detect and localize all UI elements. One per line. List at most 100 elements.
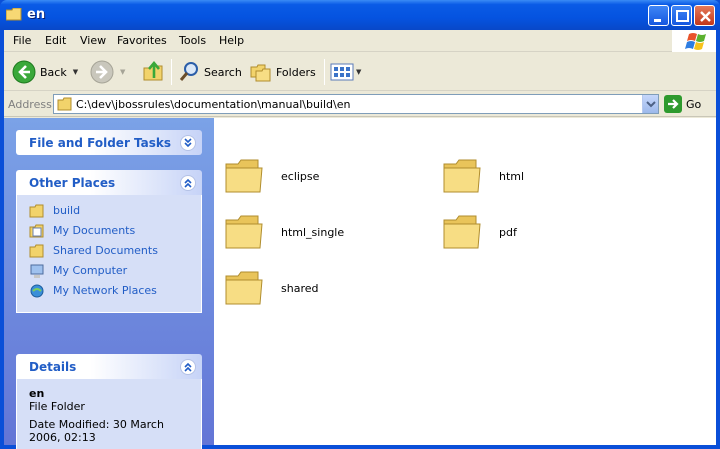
place-build[interactable]: build bbox=[17, 201, 201, 221]
folder-icon bbox=[6, 8, 22, 21]
panel-title: Details bbox=[29, 360, 77, 374]
minimize-button[interactable] bbox=[648, 5, 669, 26]
place-my-network-places[interactable]: My Network Places bbox=[17, 281, 201, 301]
close-button[interactable] bbox=[694, 5, 715, 26]
my-computer-icon bbox=[30, 264, 44, 278]
folder-label: html bbox=[499, 170, 525, 183]
folder-label: pdf bbox=[499, 226, 517, 239]
details-modified: Date Modified: 30 March 2006, 02:13 bbox=[29, 418, 164, 444]
forward-button[interactable]: ▼ bbox=[90, 57, 125, 87]
place-shared-documents[interactable]: Shared Documents bbox=[17, 241, 201, 261]
folder-icon bbox=[29, 204, 44, 218]
details-panel: Details en File Folder Date Modified: 30… bbox=[16, 354, 202, 449]
other-places-header[interactable]: Other Places bbox=[16, 170, 202, 195]
address-path: C:\dev\jbossrules\documentation\manual\b… bbox=[76, 98, 351, 111]
folder-icon bbox=[225, 215, 263, 249]
address-field[interactable]: C:\dev\jbossrules\documentation\manual\b… bbox=[53, 94, 659, 114]
close-icon bbox=[700, 11, 711, 22]
place-my-documents[interactable]: My Documents bbox=[17, 221, 201, 241]
folder-item-html-single[interactable]: html_single bbox=[224, 212, 424, 256]
folder-label: shared bbox=[281, 282, 319, 295]
collapse-chevron-icon[interactable] bbox=[180, 359, 196, 375]
up-button[interactable] bbox=[142, 57, 166, 87]
folder-item-shared[interactable]: shared bbox=[224, 268, 424, 312]
maximize-button[interactable] bbox=[671, 5, 692, 26]
folder-label: eclipse bbox=[281, 170, 320, 183]
place-label: My Network Places bbox=[53, 284, 157, 297]
menu-bar: File Edit View Favorites Tools Help bbox=[4, 30, 716, 52]
window-title: en bbox=[27, 7, 46, 22]
folders-button[interactable]: Folders bbox=[250, 57, 316, 87]
panel-title: File and Folder Tasks bbox=[29, 136, 172, 150]
details-name: en bbox=[29, 387, 45, 400]
search-label: Search bbox=[204, 65, 242, 79]
details-type: File Folder bbox=[29, 400, 85, 413]
menu-tools[interactable]: Tools bbox=[179, 34, 206, 47]
file-folder-tasks-panel: File and Folder Tasks bbox=[16, 130, 202, 155]
forward-arrow-icon bbox=[90, 60, 114, 84]
standard-toolbar: Back ▼ ▼ Search Folders ▼ bbox=[4, 53, 716, 91]
address-label: Address bbox=[8, 98, 52, 111]
folders-label: Folders bbox=[276, 65, 316, 79]
views-button[interactable]: ▼ bbox=[330, 57, 361, 87]
menu-favorites[interactable]: Favorites bbox=[117, 34, 167, 47]
search-icon bbox=[179, 62, 198, 81]
windows-logo bbox=[672, 30, 716, 52]
folder-label: html_single bbox=[281, 226, 345, 239]
my-documents-icon bbox=[29, 224, 44, 238]
toolbar-separator bbox=[171, 59, 172, 85]
chevron-down-icon bbox=[646, 101, 656, 108]
panel-title: Other Places bbox=[29, 176, 116, 190]
views-icon bbox=[330, 63, 354, 81]
collapse-chevron-icon[interactable] bbox=[180, 175, 196, 191]
place-label: Shared Documents bbox=[53, 244, 158, 257]
forward-dropdown-icon[interactable]: ▼ bbox=[120, 68, 125, 76]
go-label: Go bbox=[686, 97, 702, 111]
minimize-icon bbox=[654, 19, 661, 22]
details-header[interactable]: Details bbox=[16, 354, 202, 379]
title-bar[interactable]: en bbox=[0, 0, 720, 30]
folder-icon bbox=[29, 244, 44, 258]
folder-icon bbox=[225, 271, 263, 305]
maximize-icon bbox=[676, 10, 689, 22]
file-folder-tasks-header[interactable]: File and Folder Tasks bbox=[16, 130, 202, 155]
folder-icon bbox=[57, 97, 72, 111]
menu-help[interactable]: Help bbox=[219, 34, 244, 47]
folder-icon bbox=[443, 215, 481, 249]
file-list-view[interactable]: eclipse html html_single pdf shared bbox=[214, 118, 716, 445]
place-label: build bbox=[53, 204, 81, 217]
menu-view[interactable]: View bbox=[80, 34, 106, 47]
task-pane: File and Folder Tasks Other Places build… bbox=[4, 118, 214, 449]
folder-item-eclipse[interactable]: eclipse bbox=[224, 156, 424, 200]
window-client: File Edit View Favorites Tools Help Back… bbox=[4, 30, 716, 449]
go-arrow-icon bbox=[664, 95, 682, 113]
other-places-list: build My Documents Shared Documents My C… bbox=[16, 195, 202, 313]
back-label: Back bbox=[40, 65, 67, 79]
toolbar-separator bbox=[324, 59, 325, 85]
details-body: en File Folder Date Modified: 30 March 2… bbox=[16, 379, 202, 449]
other-places-panel: Other Places build My Documents Shared D… bbox=[16, 170, 202, 313]
place-label: My Documents bbox=[53, 224, 136, 237]
address-dropdown-button[interactable] bbox=[642, 95, 658, 113]
folder-icon bbox=[225, 159, 263, 193]
place-my-computer[interactable]: My Computer bbox=[17, 261, 201, 281]
folder-up-icon bbox=[143, 60, 163, 81]
expand-chevron-icon[interactable] bbox=[180, 135, 196, 151]
folder-item-pdf[interactable]: pdf bbox=[442, 212, 642, 256]
search-button[interactable]: Search bbox=[178, 57, 242, 87]
menu-file[interactable]: File bbox=[13, 34, 31, 47]
back-arrow-icon bbox=[12, 60, 36, 84]
back-dropdown-icon[interactable]: ▼ bbox=[73, 68, 78, 76]
windows-flag-icon bbox=[685, 33, 706, 50]
address-bar: Address C:\dev\jbossrules\documentation\… bbox=[4, 92, 716, 117]
folders-icon bbox=[250, 64, 271, 82]
back-button[interactable]: Back ▼ bbox=[12, 57, 78, 87]
folder-icon bbox=[443, 159, 481, 193]
go-button[interactable]: Go bbox=[664, 95, 701, 113]
explorer-window: en File Edit View Favorites Tools Help B… bbox=[0, 0, 720, 449]
place-label: My Computer bbox=[53, 264, 128, 277]
menu-edit[interactable]: Edit bbox=[45, 34, 66, 47]
network-icon bbox=[30, 284, 44, 298]
folder-item-html[interactable]: html bbox=[442, 156, 642, 200]
views-dropdown-icon[interactable]: ▼ bbox=[356, 68, 361, 76]
